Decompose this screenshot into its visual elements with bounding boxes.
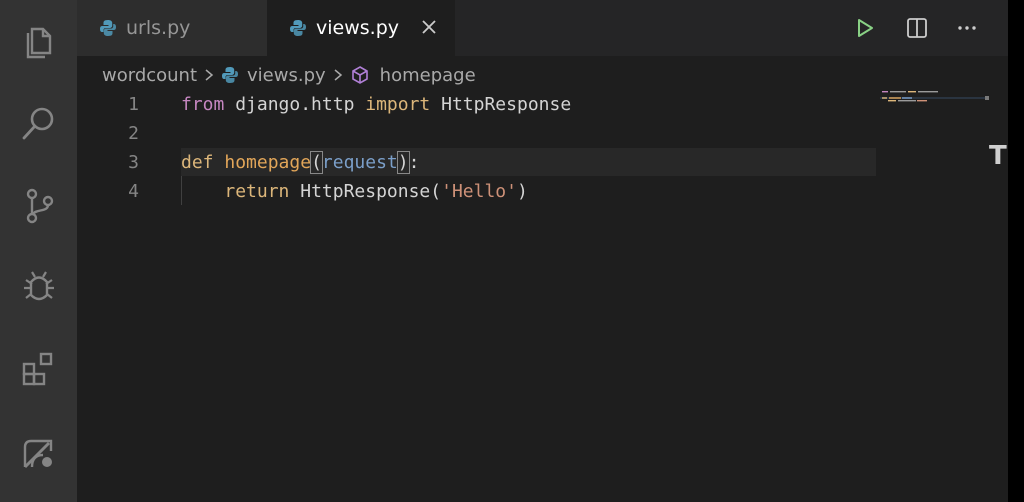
line-number: 3 — [128, 152, 139, 173]
scrollbar-cursor-marker: T — [989, 141, 1007, 171]
remote-icon — [23, 439, 52, 469]
split-editor-button[interactable] — [903, 14, 931, 42]
breadcrumb-file[interactable]: views.py — [247, 65, 326, 86]
code-editor[interactable]: 1 from django.http import HttpResponse 2… — [77, 90, 1008, 502]
keyword-token: def — [181, 152, 214, 173]
files-icon — [26, 27, 51, 59]
line-number: 2 — [128, 123, 139, 144]
chevron-right-icon — [205, 69, 214, 81]
tab-label: views.py — [316, 17, 399, 39]
source-control-button[interactable] — [0, 177, 77, 233]
bracket-token: ) — [396, 151, 410, 174]
run-debug-button[interactable] — [0, 259, 77, 315]
breadcrumb-symbol[interactable]: homepage — [380, 65, 476, 86]
tab-views-py[interactable]: views.py — [267, 0, 455, 56]
code-line: 2 — [77, 119, 877, 148]
editor-tab-bar: urls.py views.py — [77, 0, 1008, 56]
vscode-window: urls.py views.py wordcount views.py home… — [0, 0, 1024, 502]
debug-icon — [23, 271, 54, 301]
python-file-icon — [290, 20, 306, 36]
run-icon — [858, 19, 873, 37]
python-file-icon — [222, 67, 239, 83]
tab-urls-py[interactable]: urls.py — [77, 0, 267, 56]
tab-label: urls.py — [126, 17, 191, 39]
class-token: HttpResponse — [430, 94, 572, 115]
search-icon — [22, 107, 53, 140]
line-code: def homepage(request): — [181, 148, 419, 177]
breadcrumb-folder[interactable]: wordcount — [102, 65, 197, 86]
run-python-file-button[interactable] — [851, 14, 879, 42]
vertical-scrollbar[interactable] — [985, 56, 1008, 502]
module-token: django.http — [224, 94, 366, 115]
chevron-right-icon — [334, 69, 342, 81]
explorer-button[interactable] — [0, 12, 77, 68]
parameter-token: request — [321, 152, 398, 173]
breadcrumb: wordcount views.py homepage — [102, 62, 476, 88]
search-button[interactable] — [0, 95, 77, 151]
string-token: 'Hello' — [441, 181, 517, 202]
window-edge — [1008, 0, 1024, 502]
keyword-token: from — [181, 94, 225, 115]
line-code: from django.http import HttpResponse — [181, 90, 571, 119]
close-icon[interactable] — [419, 17, 439, 37]
code-line: 3 def homepage(request): — [77, 148, 877, 177]
colon-token: : — [408, 152, 420, 173]
keyword-token: import — [365, 94, 431, 115]
scrollbar-marker — [985, 96, 989, 100]
activity-bar — [0, 0, 77, 502]
line-code: return HttpResponse('Hello') — [181, 177, 528, 206]
python-file-icon — [100, 20, 116, 36]
bracket-token: ( — [310, 151, 323, 174]
bracket-token: ) — [516, 181, 528, 202]
extensions-icon — [22, 352, 52, 386]
method-symbol-icon — [351, 66, 368, 84]
minimap[interactable] — [880, 90, 990, 110]
line-number: 1 — [128, 94, 139, 115]
more-actions-button[interactable] — [953, 14, 981, 42]
keyword-token: return — [224, 181, 290, 202]
source-control-icon — [26, 188, 53, 224]
code-line: 1 from django.http import HttpResponse — [77, 90, 877, 119]
more-actions-icon — [958, 26, 976, 30]
code-line: 4 return HttpResponse('Hello') — [77, 177, 877, 206]
call-token: HttpResponse( — [289, 181, 442, 202]
remote-explorer-button[interactable] — [0, 425, 77, 481]
function-name-token: homepage — [224, 152, 312, 173]
split-editor-icon — [907, 18, 927, 38]
line-number: 4 — [128, 181, 139, 202]
extensions-button[interactable] — [0, 342, 77, 398]
